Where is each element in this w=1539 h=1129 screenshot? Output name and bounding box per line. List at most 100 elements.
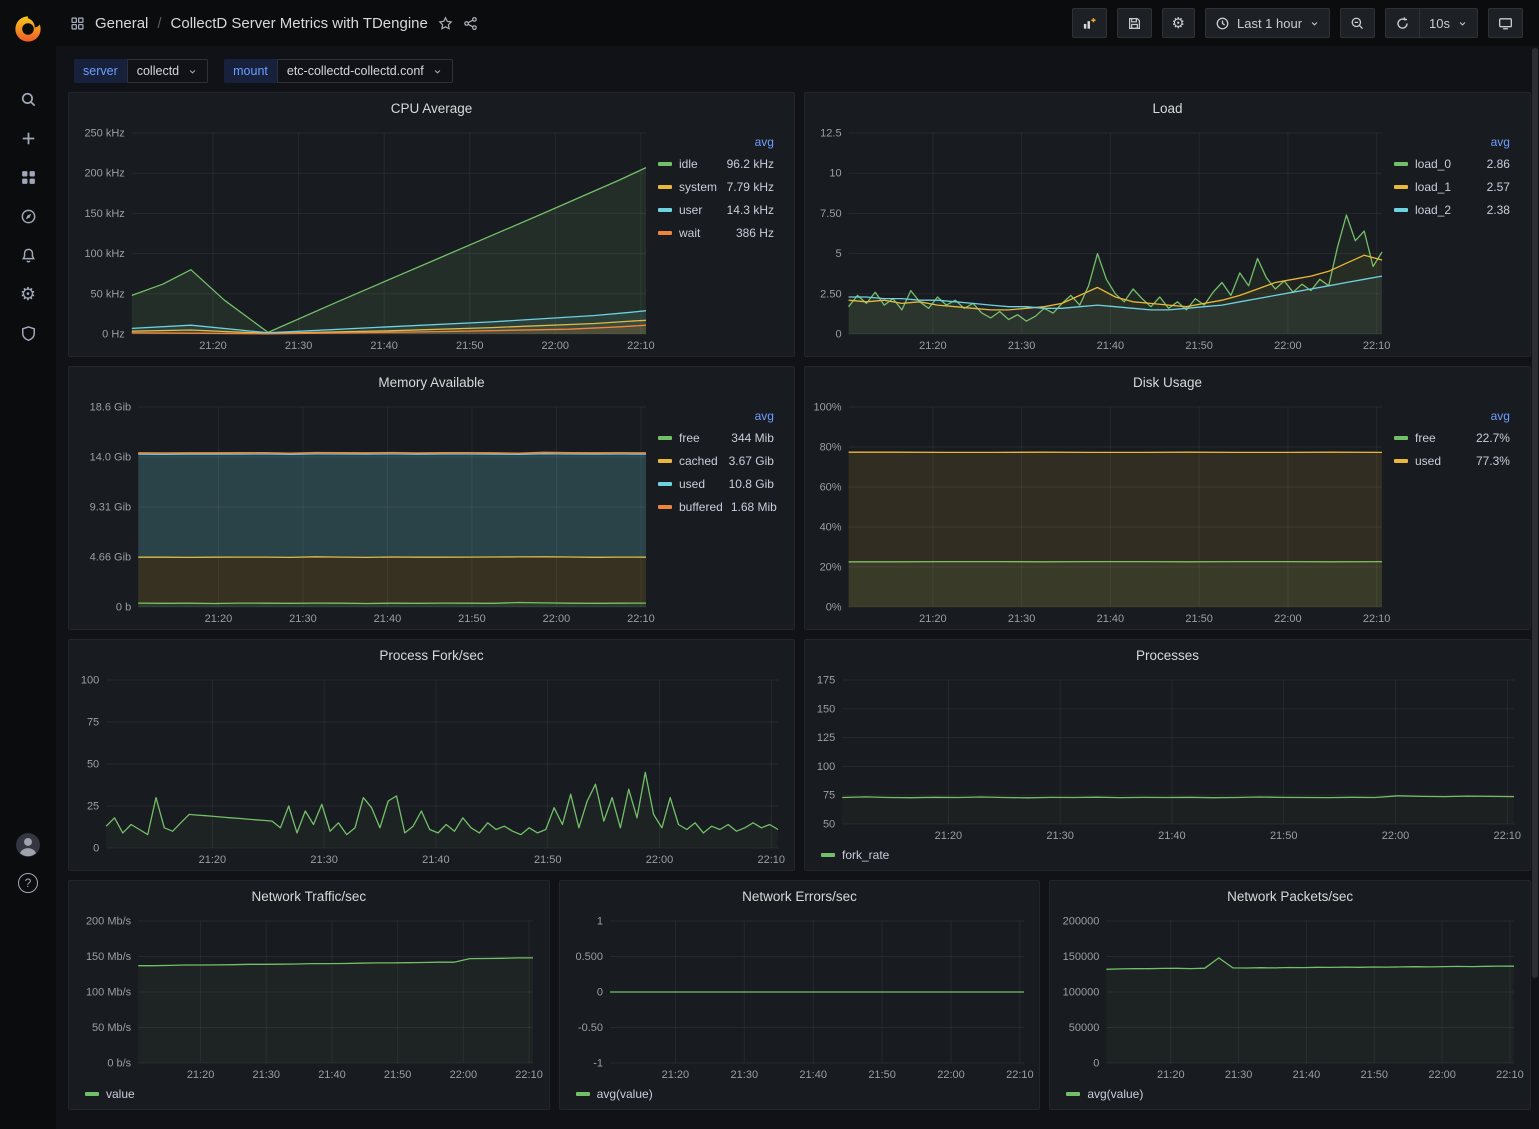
- panel-title[interactable]: Disk Usage: [805, 367, 1530, 397]
- process-fork-chart[interactable]: 025507510021:2021:3021:4021:5022:0022:10: [75, 670, 788, 868]
- network-errors-sec-plot[interactable]: -1-0.5000.500121:2021:3021:4021:5022:002…: [566, 911, 1034, 1083]
- cpu-average-chart[interactable]: 0 Hz50 kHz100 kHz150 kHz200 kHz250 kHz21…: [75, 123, 656, 354]
- load-plot[interactable]: 02.5057.501012.521:2021:3021:4021:5022:0…: [811, 123, 1392, 354]
- legend-item-fork_rate[interactable]: fork_rate: [821, 847, 889, 863]
- create-button[interactable]: [8, 121, 48, 155]
- x-axis-label: 21:50: [1185, 340, 1213, 352]
- page-title[interactable]: CollectD Server Metrics with TDengine: [171, 15, 428, 32]
- network-packets-sec-plot[interactable]: 05000010000015000020000021:2021:3021:402…: [1056, 911, 1524, 1083]
- load-chart[interactable]: 02.5057.501012.521:2021:3021:4021:5022:0…: [811, 123, 1392, 354]
- panel-title[interactable]: Memory Available: [69, 367, 794, 397]
- legend-item-avg-value-[interactable]: avg(value): [1066, 1086, 1143, 1102]
- x-axis-label: 21:20: [205, 613, 233, 625]
- variable-mount-value[interactable]: etc-collectd-collectd.conf: [277, 59, 453, 83]
- variable-server: server collectd: [74, 59, 208, 83]
- legend-item-free[interactable]: free22.7%: [1394, 426, 1510, 449]
- refresh-interval-dropdown[interactable]: 10s: [1420, 8, 1478, 38]
- process-fork-sec-plot[interactable]: 025507510021:2021:3021:4021:5022:0022:10: [75, 670, 788, 868]
- x-axis-label: 22:10: [1363, 613, 1391, 625]
- x-axis-label: 21:30: [285, 340, 313, 352]
- legend-item-value[interactable]: value: [85, 1086, 135, 1102]
- series-color-swatch: [821, 853, 835, 857]
- breadcrumb-folder[interactable]: General: [95, 15, 148, 32]
- y-axis-label: 50000: [1069, 1022, 1100, 1034]
- panel-title[interactable]: CPU Average: [69, 93, 794, 123]
- network-packets-chart[interactable]: 05000010000015000020000021:2021:3021:402…: [1056, 911, 1524, 1083]
- panel-title[interactable]: Load: [805, 93, 1530, 123]
- panel-title[interactable]: Network Traffic/sec: [69, 881, 549, 911]
- variable-server-value[interactable]: collectd: [127, 59, 208, 83]
- disk-usage-legend: avgfree22.7%used77.3%: [1392, 397, 1524, 627]
- refresh-icon: [1395, 16, 1410, 31]
- processes-chart[interactable]: 507510012515017521:2021:3021:4021:5022:0…: [811, 670, 1524, 844]
- star-button[interactable]: [438, 16, 453, 31]
- y-axis-label: 0 b/s: [107, 1058, 131, 1070]
- legend-item-avg-value-[interactable]: avg(value): [576, 1086, 653, 1102]
- search-icon: [20, 91, 37, 108]
- alerting-button[interactable]: [8, 238, 48, 272]
- share-button[interactable]: [463, 16, 478, 31]
- processes-plot[interactable]: 507510012515017521:2021:3021:4021:5022:0…: [811, 670, 1524, 844]
- cycle-view-mode-button[interactable]: [1488, 8, 1523, 38]
- series-avg-value: 2.86: [1479, 157, 1510, 171]
- search-button[interactable]: [8, 82, 48, 116]
- series-color-swatch: [658, 459, 672, 463]
- x-axis-label: 21:40: [1293, 1069, 1321, 1081]
- y-axis-label: 18.6 Gib: [90, 402, 132, 414]
- scrollbar-thumb[interactable]: [1532, 48, 1538, 978]
- legend-item-wait[interactable]: wait386 Hz: [658, 221, 774, 244]
- y-axis-label: 150 kHz: [84, 208, 124, 220]
- legend-item-idle[interactable]: idle96.2 kHz: [658, 152, 774, 175]
- panel-network-packets-sec: Network Packets/sec 05000010000015000020…: [1049, 880, 1531, 1110]
- chevron-down-icon: [1457, 18, 1468, 29]
- variable-mount-selected: etc-collectd-collectd.conf: [287, 64, 424, 78]
- x-axis-label: 21:40: [1097, 340, 1125, 352]
- memory-available-plot[interactable]: 0 b4.66 Gib9.31 Gib14.0 Gib18.6 Gib21:20…: [75, 397, 656, 627]
- memory-available-chart[interactable]: 0 b4.66 Gib9.31 Gib14.0 Gib18.6 Gib21:20…: [75, 397, 656, 627]
- panel-title[interactable]: Network Errors/sec: [560, 881, 1040, 911]
- user-avatar[interactable]: [16, 833, 40, 857]
- legend-item-cached[interactable]: cached3.67 Gib: [658, 449, 774, 472]
- save-dashboard-button[interactable]: [1117, 8, 1152, 38]
- panel-title[interactable]: Process Fork/sec: [69, 640, 794, 670]
- legend-item-load_2[interactable]: load_22.38: [1394, 198, 1510, 221]
- server-admin-button[interactable]: [8, 316, 48, 350]
- network-traffic-sec-plot[interactable]: 0 b/s50 Mb/s100 Mb/s150 Mb/s200 Mb/s21:2…: [75, 911, 543, 1083]
- legend-item-system[interactable]: system7.79 kHz: [658, 175, 774, 198]
- legend-item-free[interactable]: free344 Mib: [658, 426, 774, 449]
- star-icon: [438, 16, 453, 31]
- legend-item-load_0[interactable]: load_02.86: [1394, 152, 1510, 175]
- refresh-button[interactable]: [1385, 8, 1420, 38]
- y-axis-label: 0: [835, 329, 841, 341]
- dashboard-grid: CPU Average 0 Hz50 kHz100 kHz150 kHz200 …: [56, 92, 1539, 1118]
- series-name: fork_rate: [842, 848, 889, 862]
- explore-button[interactable]: [8, 199, 48, 233]
- x-axis-label: 22:10: [758, 854, 786, 866]
- y-axis-label: 5: [835, 248, 841, 260]
- legend-item-load_1[interactable]: load_12.57: [1394, 175, 1510, 198]
- breadcrumb: General / CollectD Server Metrics with T…: [95, 15, 428, 32]
- series-name: free: [679, 431, 700, 445]
- zoom-out-icon: [1350, 16, 1365, 31]
- legend-item-user[interactable]: user14.3 kHz: [658, 198, 774, 221]
- legend-item-used[interactable]: used10.8 Gib: [658, 472, 774, 495]
- cpu-average-plot[interactable]: 0 Hz50 kHz100 kHz150 kHz200 kHz250 kHz21…: [75, 123, 656, 354]
- dashboards-button[interactable]: [8, 160, 48, 194]
- configuration-button[interactable]: ⚙: [8, 277, 48, 311]
- network-errors-chart[interactable]: -1-0.5000.500121:2021:3021:4021:5022:002…: [566, 911, 1034, 1083]
- disk-usage-plot[interactable]: 0%20%40%60%80%100%21:2021:3021:4021:5022…: [811, 397, 1392, 627]
- dashboard-settings-button[interactable]: ⚙: [1162, 8, 1195, 38]
- grafana-logo[interactable]: [13, 14, 43, 44]
- panel-title[interactable]: Network Packets/sec: [1050, 881, 1530, 911]
- panel-title[interactable]: Processes: [805, 640, 1530, 670]
- add-panel-button[interactable]: [1072, 8, 1107, 38]
- disk-usage-chart[interactable]: 0%20%40%60%80%100%21:2021:3021:4021:5022…: [811, 397, 1392, 627]
- time-range-picker[interactable]: Last 1 hour: [1205, 8, 1330, 38]
- network-traffic-chart[interactable]: 0 b/s50 Mb/s100 Mb/s150 Mb/s200 Mb/s21:2…: [75, 911, 543, 1083]
- zoom-out-button[interactable]: [1340, 8, 1375, 38]
- help-button[interactable]: ?: [18, 873, 38, 893]
- template-variables-row: server collectd mount etc-collectd-colle…: [56, 46, 1539, 92]
- legend-item-used[interactable]: used77.3%: [1394, 449, 1510, 472]
- legend-item-buffered[interactable]: buffered1.68 Mib: [658, 495, 774, 518]
- series-name: user: [679, 203, 702, 217]
